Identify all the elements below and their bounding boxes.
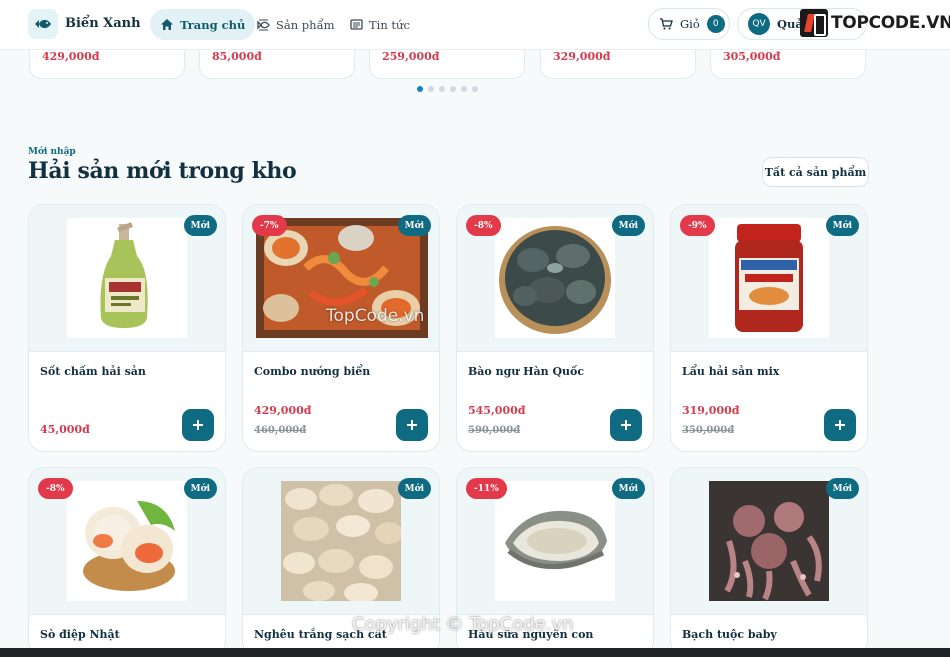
add-to-cart-button[interactable] xyxy=(610,409,642,441)
product-image[interactable] xyxy=(709,218,829,338)
product-card[interactable]: -11% Mới Hàu sữa nguyên con xyxy=(456,467,654,657)
nav-home[interactable]: Trang chủ xyxy=(150,9,256,40)
product-card[interactable]: -7% Mới Combo nướng biển 429,000đ 460,00… xyxy=(242,204,440,452)
product-media: -11% Mới xyxy=(457,468,653,615)
plus-icon xyxy=(835,420,845,430)
nav-products-label: Sản phẩm xyxy=(276,17,335,32)
nav-news[interactable]: Tin tức xyxy=(340,9,420,40)
brand-name[interactable]: Biển Xanh xyxy=(65,16,141,31)
product-old-price: 460,000đ xyxy=(254,425,307,436)
carousel-dot[interactable] xyxy=(461,86,467,92)
carousel-card-price: 429,000đ xyxy=(42,50,100,63)
discount-badge: -8% xyxy=(466,215,501,236)
carousel-pagination xyxy=(417,86,478,92)
product-name[interactable]: Combo nướng biển xyxy=(254,365,370,378)
product-name[interactable]: Bạch tuộc baby xyxy=(682,628,777,641)
carousel-card-price: 259,000đ xyxy=(382,50,440,63)
product-media: -8% Mới xyxy=(457,205,653,352)
product-card[interactable]: -9% Mới Lẩu hải sản mix 319,000đ 350,000… xyxy=(670,204,868,452)
nav-news-label: Tin tức xyxy=(369,17,410,32)
home-icon xyxy=(161,19,173,30)
carousel-card-price: 305,000đ xyxy=(723,50,781,63)
new-badge: Mới xyxy=(397,215,431,236)
product-name[interactable]: Hàu sữa nguyên con xyxy=(468,628,593,641)
plus-icon xyxy=(621,420,631,430)
new-badge: Mới xyxy=(611,215,645,236)
product-card[interactable]: -8% Mới Sò điệp Nhật xyxy=(28,467,226,657)
product-image[interactable] xyxy=(709,481,829,601)
cart-count-badge: 0 xyxy=(706,15,725,33)
product-price: 545,000đ xyxy=(468,404,526,417)
new-badge: Mới xyxy=(183,215,217,236)
fish-logo-icon[interactable] xyxy=(28,9,58,39)
product-media: -9% Mới xyxy=(671,205,867,352)
product-image[interactable] xyxy=(495,481,615,601)
product-price: 45,000đ xyxy=(40,423,90,436)
topcode-logo-text: TOPCODE.VN xyxy=(831,13,950,33)
carousel-dot[interactable] xyxy=(472,86,478,92)
product-image[interactable] xyxy=(495,218,615,338)
product-media: Mới xyxy=(243,468,439,615)
product-price: 319,000đ xyxy=(682,404,740,417)
avatar: QV xyxy=(748,13,770,35)
carousel-dot[interactable] xyxy=(439,86,445,92)
carousel-dot[interactable] xyxy=(450,86,456,92)
product-card[interactable]: -8% Mới Bào ngư Hàn Quốc 545,000đ 590,00… xyxy=(456,204,654,452)
product-name[interactable]: Bào ngư Hàn Quốc xyxy=(468,365,584,378)
carousel-dot[interactable] xyxy=(417,86,423,92)
carousel-card-price: 329,000đ xyxy=(553,50,611,63)
product-media: -7% Mới xyxy=(243,205,439,352)
plus-icon xyxy=(193,420,203,430)
product-card[interactable]: Mới Nghêu trắng sạch cát xyxy=(242,467,440,657)
carousel-dot[interactable] xyxy=(428,86,434,92)
newspaper-icon xyxy=(350,19,363,30)
all-products-button[interactable]: Tất cả sản phẩm xyxy=(762,157,869,187)
topcode-logo-icon xyxy=(800,9,828,37)
discount-badge: -7% xyxy=(252,215,287,236)
carousel-card-price: 85,000đ xyxy=(212,50,262,63)
product-media: -8% Mới xyxy=(29,468,225,615)
product-name[interactable]: Sò điệp Nhật xyxy=(40,628,120,641)
product-name[interactable]: Nghêu trắng sạch cát xyxy=(254,628,387,641)
product-media: Mới xyxy=(671,468,867,615)
fish-icon xyxy=(257,19,270,30)
discount-badge: -11% xyxy=(466,478,507,499)
product-card[interactable]: Mới Sốt chấm hải sản 45,000đ xyxy=(28,204,226,452)
section-eyebrow: Mới nhập xyxy=(28,147,76,157)
add-to-cart-button[interactable] xyxy=(824,409,856,441)
product-image[interactable] xyxy=(256,218,428,338)
product-image[interactable] xyxy=(281,481,401,601)
topcode-watermark-logo: TOPCODE.VN xyxy=(800,9,950,37)
product-name[interactable]: Sốt chấm hải sản xyxy=(40,365,146,378)
cart-label: Giỏ xyxy=(680,17,700,31)
product-old-price: 350,000đ xyxy=(682,425,735,436)
product-card[interactable]: Mới Bạch tuộc baby xyxy=(670,467,868,657)
new-badge: Mới xyxy=(397,478,431,499)
cart-icon xyxy=(660,18,673,30)
nav-home-label: Trang chủ xyxy=(180,17,246,32)
plus-icon xyxy=(407,420,417,430)
new-badge: Mới xyxy=(825,215,859,236)
bottom-taskbar xyxy=(0,648,950,657)
new-badge: Mới xyxy=(183,478,217,499)
add-to-cart-button[interactable] xyxy=(396,409,428,441)
product-name[interactable]: Lẩu hải sản mix xyxy=(682,365,779,378)
add-to-cart-button[interactable] xyxy=(182,409,214,441)
product-old-price: 590,000đ xyxy=(468,425,521,436)
nav-products[interactable]: Sản phẩm xyxy=(247,9,345,40)
page: Biển Xanh Trang chủ Sản phẩm Tin tức Giỏ… xyxy=(0,0,950,657)
discount-badge: -9% xyxy=(680,215,715,236)
product-price: 429,000đ xyxy=(254,404,312,417)
product-image[interactable] xyxy=(67,481,187,601)
cart-button[interactable]: Giỏ 0 xyxy=(648,8,730,40)
new-badge: Mới xyxy=(611,478,645,499)
product-image[interactable] xyxy=(67,218,187,338)
product-media: Mới xyxy=(29,205,225,352)
discount-badge: -8% xyxy=(38,478,73,499)
section-title: Hải sản mới trong kho xyxy=(28,158,297,184)
new-badge: Mới xyxy=(825,478,859,499)
